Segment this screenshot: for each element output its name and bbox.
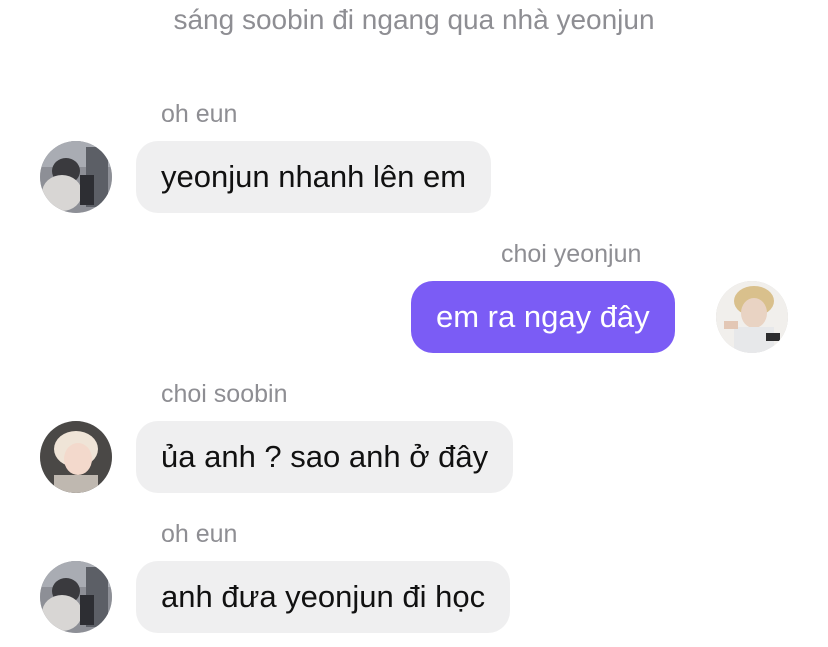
message-bubble[interactable]: em ra ngay đây (411, 281, 675, 353)
oh-eun-avatar-icon (40, 561, 112, 633)
avatar-choi-soobin[interactable] (40, 421, 112, 493)
avatar-choi-yeonjun[interactable] (716, 281, 788, 353)
avatar-oh-eun[interactable] (40, 141, 112, 213)
sender-name: oh eun (161, 520, 238, 548)
message-bubble[interactable]: anh đưa yeonjun đi học (136, 561, 511, 633)
oh-eun-avatar-icon (40, 141, 112, 213)
sender-name: oh eun (161, 100, 238, 128)
message-bubble[interactable]: ủa anh ? sao anh ở đây (136, 421, 514, 493)
sender-name: choi soobin (161, 380, 288, 408)
choi-yeonjun-avatar-icon (716, 281, 788, 353)
avatar-oh-eun[interactable] (40, 561, 112, 633)
choi-soobin-avatar-icon (40, 421, 112, 493)
sender-name: choi yeonjun (501, 240, 642, 268)
narration-text: sáng soobin đi ngang qua nhà yeonjun (173, 4, 655, 35)
message-bubble[interactable]: yeonjun nhanh lên em (136, 141, 492, 213)
